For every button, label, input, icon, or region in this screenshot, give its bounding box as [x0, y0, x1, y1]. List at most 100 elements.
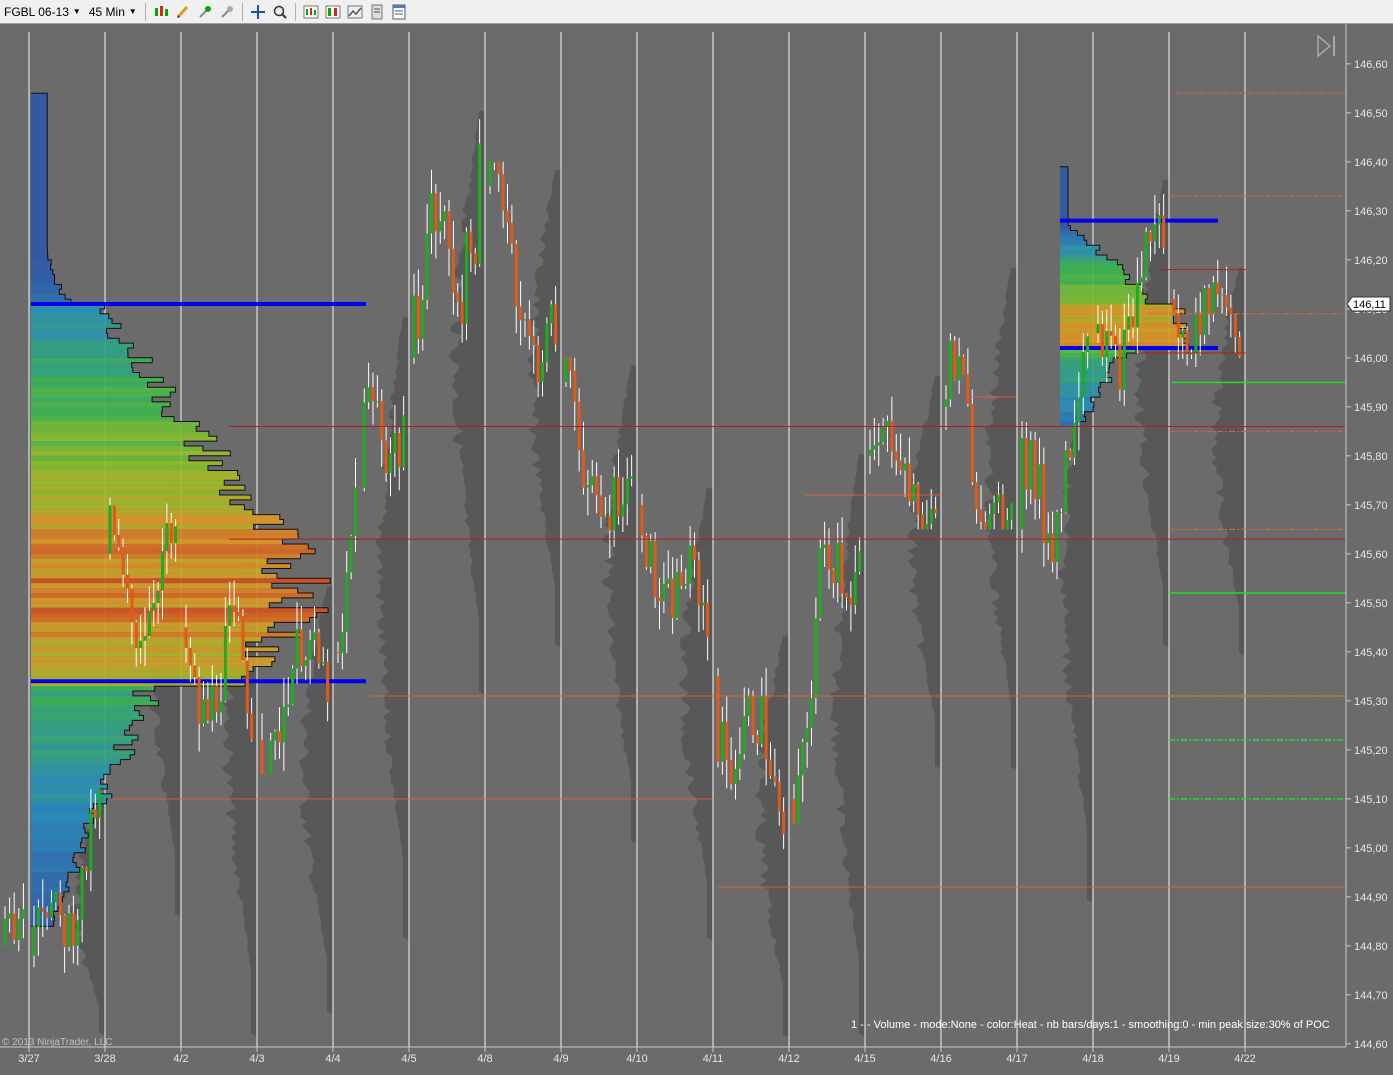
candle-body [769, 759, 772, 777]
composite-profile-2-row [1060, 245, 1100, 251]
composite-profile-1-row [31, 397, 153, 402]
price-axis[interactable]: 146,60146,50146,40146,30146,20146,10146,… [1345, 24, 1393, 1075]
candle-body [1220, 294, 1224, 296]
candle-body [76, 919, 80, 946]
candle-body [1198, 312, 1202, 335]
composite-profile-1-row [31, 103, 48, 108]
price-tick-label: 144,60 [1354, 1039, 1388, 1051]
composite-profile-1-row [31, 475, 240, 481]
composite-profile-2-row [1060, 230, 1078, 236]
composite-profile-1-row [31, 176, 48, 182]
candle-body [805, 727, 809, 743]
crosshair-icon[interactable] [248, 2, 268, 22]
chart-panel[interactable]: 146,60146,50146,40146,30146,20146,10146,… [0, 24, 1393, 1075]
candle-body [554, 304, 558, 345]
composite-profile-1-row [31, 710, 140, 716]
candle-body [1055, 511, 1059, 563]
composite-profile-1-row [31, 470, 238, 476]
composite-profile-2-row [1060, 225, 1071, 231]
candle-body [1225, 295, 1228, 308]
composite-profile-1-row [31, 274, 55, 280]
properties-icon[interactable] [389, 2, 409, 22]
candle-body [697, 560, 701, 606]
candle-body [948, 340, 952, 400]
candle-body [245, 660, 249, 714]
candle-body [1064, 450, 1068, 513]
candle-body [278, 731, 281, 743]
candle-body [1207, 287, 1211, 315]
composite-profile-1-row [31, 838, 82, 843]
candle-body [269, 740, 273, 775]
composite-profile-1-row [31, 906, 59, 912]
composite-profile-1-row [31, 93, 48, 99]
candle-body [152, 603, 156, 611]
composite-profile-2-row [1060, 210, 1068, 216]
date-tick-label: 3/28 [94, 1053, 115, 1065]
pin-global-icon[interactable] [217, 2, 237, 22]
pin-icon[interactable] [195, 2, 215, 22]
candle-body [1010, 503, 1014, 520]
composite-profile-1-row [31, 842, 81, 848]
candle-body [1122, 329, 1126, 390]
composite-profile-2-row [1060, 235, 1084, 241]
toolbar-divider [144, 2, 146, 21]
composite-profile-2-row [1060, 304, 1173, 309]
zoom-icon[interactable] [270, 2, 290, 22]
price-tick-label: 144,90 [1354, 892, 1388, 904]
candle-body [443, 211, 447, 222]
candle-body [219, 701, 223, 713]
composite-profile-1-row [31, 436, 217, 442]
candle-body [1216, 282, 1220, 295]
composite-profile-1-row [31, 255, 48, 260]
chevron-down-icon: ▼ [128, 7, 137, 16]
bar-type-icon[interactable] [151, 2, 171, 22]
date-tick-label: 4/2 [173, 1053, 188, 1065]
composite-profile-1-row [31, 333, 108, 339]
candle-body [117, 535, 121, 548]
composite-profile-1-row [31, 818, 94, 824]
composite-profile-1-row [31, 147, 48, 153]
price-chart[interactable]: 146,60146,50146,40146,30146,20146,10146,… [0, 24, 1393, 1075]
composite-profile-1-row [31, 583, 272, 589]
candle-body [658, 597, 661, 602]
composite-profile-1-row [31, 166, 48, 172]
instrument-selector[interactable]: FGBL 06-13 ▼ [0, 5, 85, 19]
date-tick-label: 4/18 [1082, 1053, 1103, 1065]
data-box-icon[interactable] [367, 2, 387, 22]
interval-selector[interactable]: 45 Min ▼ [85, 5, 141, 19]
price-tick-label: 145,90 [1354, 402, 1388, 414]
indicators-icon[interactable] [301, 2, 321, 22]
composite-profile-1-row [31, 406, 163, 412]
composite-profile-1-row [31, 524, 254, 530]
composite-profile-1-row [31, 127, 48, 133]
composite-profile-1-row [31, 240, 48, 246]
composite-profile-1-row [31, 754, 131, 760]
candle-body [188, 647, 192, 666]
strategies-icon[interactable] [323, 2, 343, 22]
candle-body [818, 548, 822, 619]
candle-body [625, 478, 629, 505]
candle-body [988, 514, 992, 530]
composite-profile-1-row [31, 548, 316, 554]
drawing-tools-icon[interactable] [173, 2, 193, 22]
composite-profile-1-row [31, 294, 66, 300]
candle-body [810, 698, 813, 728]
composite-profile-1-row [31, 372, 140, 378]
composite-profile-1-row [31, 323, 121, 329]
candle-body [541, 362, 544, 383]
candle-body [921, 514, 924, 530]
candle-body [50, 902, 53, 919]
candle-body [916, 484, 920, 515]
composite-profile-2-row [1060, 402, 1094, 407]
candle-body [63, 915, 67, 948]
composite-profile-2-row [1060, 357, 1114, 363]
chart-properties-icon[interactable] [345, 2, 365, 22]
candle-body [725, 721, 729, 760]
candle-body [367, 387, 371, 403]
candle-body [688, 545, 692, 584]
composite-profile-1-row [31, 651, 246, 657]
candle-body [877, 442, 881, 446]
composite-profile-1-row [31, 607, 329, 613]
composite-profile-1-row [31, 441, 185, 446]
candle-body [1181, 330, 1185, 338]
